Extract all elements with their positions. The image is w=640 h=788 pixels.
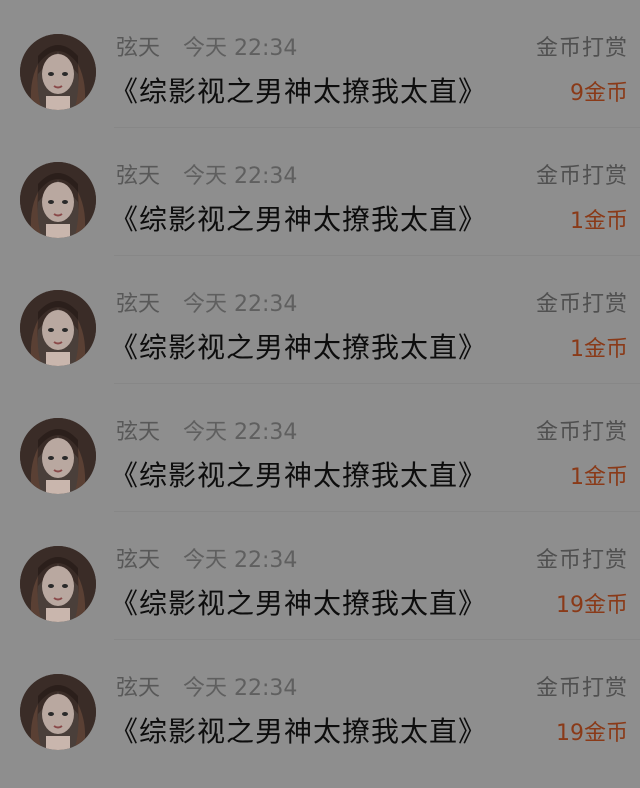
book-title[interactable]: 《综影视之男神太撩我太直》 (110, 584, 487, 624)
reward-type-label: 金币打赏 (535, 420, 628, 445)
username: 弦天 (116, 548, 161, 573)
username: 弦天 (116, 420, 161, 445)
reward-amount: 19金币 (556, 593, 628, 618)
book-title[interactable]: 《综影视之男神太撩我太直》 (110, 72, 487, 112)
timestamp: 今天 22:34 (183, 676, 298, 701)
user-avatar-icon[interactable] (20, 418, 96, 494)
list-item[interactable]: 弦天 今天 22:34 《综影视之男神太撩我太直》 金币打赏 19金币 (0, 512, 640, 640)
reward-type-label: 金币打赏 (535, 676, 628, 701)
book-title[interactable]: 《综影视之男神太撩我太直》 (110, 200, 487, 240)
timestamp: 今天 22:34 (183, 36, 298, 61)
timestamp: 今天 22:34 (183, 292, 298, 317)
user-avatar-icon[interactable] (20, 34, 96, 110)
reward-amount: 1金币 (570, 209, 628, 234)
username: 弦天 (116, 676, 161, 701)
reward-amount: 9金币 (570, 81, 628, 106)
user-avatar-icon[interactable] (20, 546, 96, 622)
user-avatar-icon[interactable] (20, 674, 96, 750)
list-item[interactable]: 弦天 今天 22:34 《综影视之男神太撩我太直》 金币打赏 1金币 (0, 256, 640, 384)
list-item[interactable]: 弦天 今天 22:34 《综影视之男神太撩我太直》 金币打赏 19金币 (0, 640, 640, 768)
username: 弦天 (116, 36, 161, 61)
reward-list: 弦天 今天 22:34 《综影视之男神太撩我太直》 金币打赏 9金币 弦天 今天… (0, 0, 640, 788)
reward-type-label: 金币打赏 (535, 548, 628, 573)
list-item[interactable]: 弦天 今天 22:34 《综影视之男神太撩我太直》 金币打赏 9金币 (0, 0, 640, 128)
reward-amount: 1金币 (570, 465, 628, 490)
book-title[interactable]: 《综影视之男神太撩我太直》 (110, 712, 487, 752)
book-title[interactable]: 《综影视之男神太撩我太直》 (110, 328, 487, 368)
timestamp: 今天 22:34 (183, 164, 298, 189)
reward-amount: 19金币 (556, 721, 628, 746)
timestamp: 今天 22:34 (183, 548, 298, 573)
reward-amount: 1金币 (570, 337, 628, 362)
timestamp: 今天 22:34 (183, 420, 298, 445)
reward-type-label: 金币打赏 (535, 164, 628, 189)
book-title[interactable]: 《综影视之男神太撩我太直》 (110, 456, 487, 496)
username: 弦天 (116, 164, 161, 189)
list-item[interactable]: 弦天 今天 22:34 《综影视之男神太撩我太直》 金币打赏 1金币 (0, 384, 640, 512)
reward-type-label: 金币打赏 (535, 36, 628, 61)
list-item[interactable]: 弦天 今天 22:34 《综影视之男神太撩我太直》 金币打赏 1金币 (0, 128, 640, 256)
reward-type-label: 金币打赏 (535, 292, 628, 317)
username: 弦天 (116, 292, 161, 317)
user-avatar-icon[interactable] (20, 290, 96, 366)
user-avatar-icon[interactable] (20, 162, 96, 238)
